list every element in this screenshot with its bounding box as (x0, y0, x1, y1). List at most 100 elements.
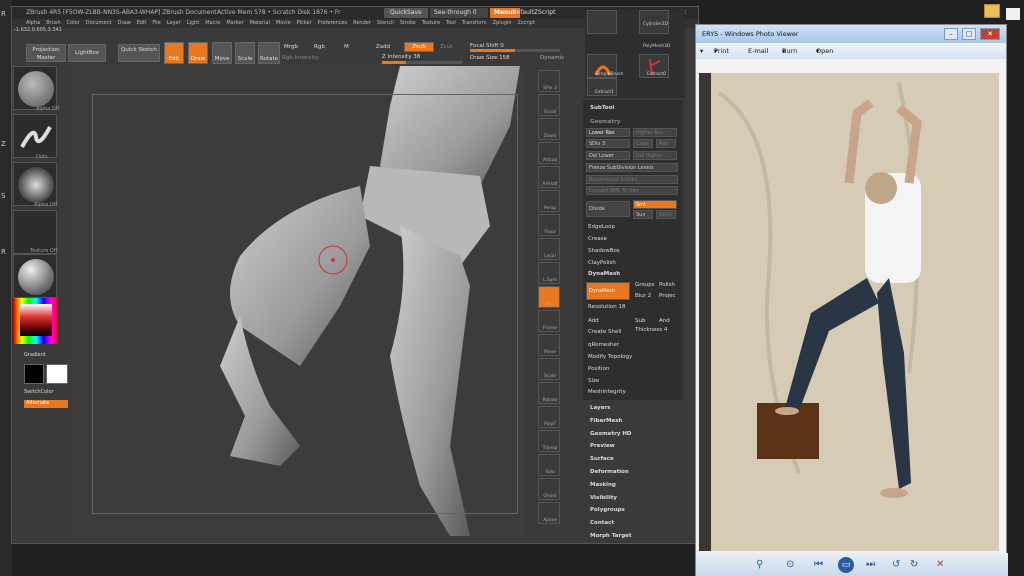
palette-section-geometry-hd[interactable]: Geometry HD (590, 431, 632, 437)
menu-light[interactable]: Light (187, 20, 199, 26)
menu-edit[interactable]: Edit (137, 20, 147, 26)
dynamesh-header[interactable]: DynaMesh (588, 271, 620, 277)
menu-marker[interactable]: Marker (226, 20, 243, 26)
menu-preferences[interactable]: Preferences (318, 20, 347, 26)
menu-document[interactable]: Document (86, 20, 112, 26)
texture-alpha-slot[interactable] (13, 162, 57, 206)
palette-section-preview[interactable]: Preview (590, 443, 615, 449)
switch-color-button[interactable]: SwitchColor (24, 389, 54, 395)
claypolish-section[interactable]: ClayPolish (588, 260, 616, 266)
meshintegrity-section[interactable]: MeshIntegrity (588, 389, 626, 395)
add-button[interactable]: Add (588, 318, 599, 324)
menu-color[interactable]: Color (67, 20, 80, 26)
print-menu[interactable]: Print ▾ (714, 43, 729, 59)
quick-sketch-button[interactable]: Quick Sketch (118, 44, 160, 62)
sdiv-slider[interactable]: SDiv 3 (586, 139, 630, 148)
slideshow-icon[interactable]: ▭ (838, 557, 854, 573)
divide-button[interactable]: Divide (586, 201, 630, 217)
modify-topology-section[interactable]: Modify Topology (588, 354, 632, 360)
palette-section-deformation[interactable]: Deformation (590, 469, 629, 475)
qremesher-section[interactable]: qRemesher (588, 342, 619, 348)
size-section[interactable]: Size (588, 378, 599, 384)
palette-section-fibermesh[interactable]: FiberMesh (590, 418, 622, 424)
file-menu-arrow-icon[interactable]: ▾ (700, 43, 703, 59)
open-menu[interactable]: Open ▾ (816, 43, 833, 59)
secondary-color-swatch[interactable] (46, 364, 68, 384)
rotate-button[interactable]: Rotate (258, 42, 280, 64)
burn-menu[interactable]: Burn ▾ (782, 43, 797, 59)
reconstruct-subdiv-button[interactable]: Reconstruct Subdiv (586, 175, 678, 184)
shadowbox-section[interactable]: ShadowBox (588, 248, 620, 254)
lower-res-button[interactable]: Lower Res (586, 128, 630, 137)
see-through-slider[interactable]: See-through 0 (430, 8, 488, 18)
material-slot[interactable] (13, 254, 57, 298)
document-icon[interactable] (1006, 8, 1020, 20)
geometry-header[interactable]: Geometry (590, 119, 620, 125)
menu-macro[interactable]: Macro (205, 20, 220, 26)
z-intensity-slider[interactable]: Z Intensity 38 (382, 54, 420, 61)
convert-bpr-button[interactable]: Convert BPR To Geo (586, 186, 678, 195)
project-toggle[interactable]: Projec (659, 293, 676, 299)
menu-stencil[interactable]: Stencil (377, 20, 394, 26)
quicksave-button[interactable]: QuickSave (384, 8, 428, 18)
main-color-swatch[interactable] (24, 364, 44, 384)
extract-tool-thumb[interactable] (587, 10, 617, 34)
blur-slider[interactable]: Blur 2 (635, 293, 651, 299)
draw-size-slider[interactable]: Draw Size 158 (470, 55, 510, 62)
menu-material[interactable]: Material (250, 20, 270, 26)
and-button[interactable]: And (659, 318, 670, 324)
suv-toggle[interactable]: Suv (633, 210, 653, 219)
menu-render[interactable]: Render (353, 20, 371, 26)
palette-section-layers[interactable]: Layers (590, 405, 610, 411)
subtool-header[interactable]: SubTool (590, 105, 614, 111)
menu-file[interactable]: File (152, 20, 160, 26)
palette-section-contact[interactable]: Contact (590, 520, 614, 526)
delete-icon[interactable]: ✕ (936, 559, 944, 570)
lightbox-button[interactable]: LightBox (68, 44, 106, 62)
del-lower-button[interactable]: Del Lower (586, 151, 630, 160)
higher-res-button[interactable]: Higher Res (633, 128, 677, 137)
menu-zscript[interactable]: Zscript (518, 20, 535, 26)
rotate-left-icon[interactable]: ↺ (892, 559, 900, 570)
zsub-button[interactable]: Zsub (404, 42, 434, 52)
palette-section-visibility[interactable]: Visibility (590, 495, 617, 501)
dynamesh-toggle[interactable]: DynaMesh (586, 282, 630, 300)
scale-button[interactable]: Scale (235, 42, 255, 64)
edgeloop-section[interactable]: EdgeLoop (588, 224, 615, 230)
z-intensity-bar[interactable] (382, 61, 462, 64)
palette-section-morph-target[interactable]: Morph Target (590, 533, 632, 539)
cage-button[interactable]: Cage (633, 139, 653, 148)
smt-toggle[interactable]: Smt (633, 200, 677, 209)
rstr-button[interactable]: Rstr (656, 139, 676, 148)
thickness-slider[interactable]: Thickness 4 (635, 327, 667, 333)
rgb-button[interactable]: Rgb (314, 44, 325, 51)
create-shell-button[interactable]: Create Shell (588, 329, 621, 335)
alternate-button[interactable]: Alternate (24, 400, 68, 408)
actual-size-icon[interactable]: ⊙ (786, 559, 794, 570)
minimize-icon[interactable]: – (944, 28, 958, 40)
rgb-intensity-slider[interactable]: Rgb Intensity (282, 55, 319, 62)
reuv-button[interactable]: ReUV (656, 210, 676, 219)
color-square[interactable] (20, 304, 52, 336)
menu-draw[interactable]: Draw (118, 20, 131, 26)
resolution-slider[interactable]: Resolution 18 (588, 304, 626, 310)
palette-section-masking[interactable]: Masking (590, 482, 616, 488)
menu-brush[interactable]: Brush (46, 20, 60, 26)
m-button[interactable]: M (344, 44, 349, 51)
mrgb-button[interactable]: Mrgb (284, 44, 298, 51)
menu-stroke[interactable]: Stroke (400, 20, 416, 26)
menu-transform[interactable]: Transform (462, 20, 487, 26)
del-higher-button[interactable]: Del Higher (633, 151, 677, 160)
crease-section[interactable]: Crease (588, 236, 607, 242)
gradient-toggle[interactable]: Gradient (24, 352, 46, 358)
menu-layer[interactable]: Layer (167, 20, 181, 26)
folder-icon[interactable] (984, 4, 1000, 18)
freeze-subdivision-button[interactable]: Freeze SubDivision Levels (586, 163, 678, 172)
alpha-slot[interactable] (13, 66, 57, 110)
move-button[interactable]: Move (212, 42, 232, 64)
dynamic-toggle[interactable]: Dynamic (540, 55, 564, 62)
polish-toggle[interactable]: Polish (659, 282, 675, 288)
zcut-button[interactable]: Zcut (440, 44, 452, 51)
palette-section-surface[interactable]: Surface (590, 456, 614, 462)
previous-icon[interactable]: ⏮ (814, 559, 823, 570)
